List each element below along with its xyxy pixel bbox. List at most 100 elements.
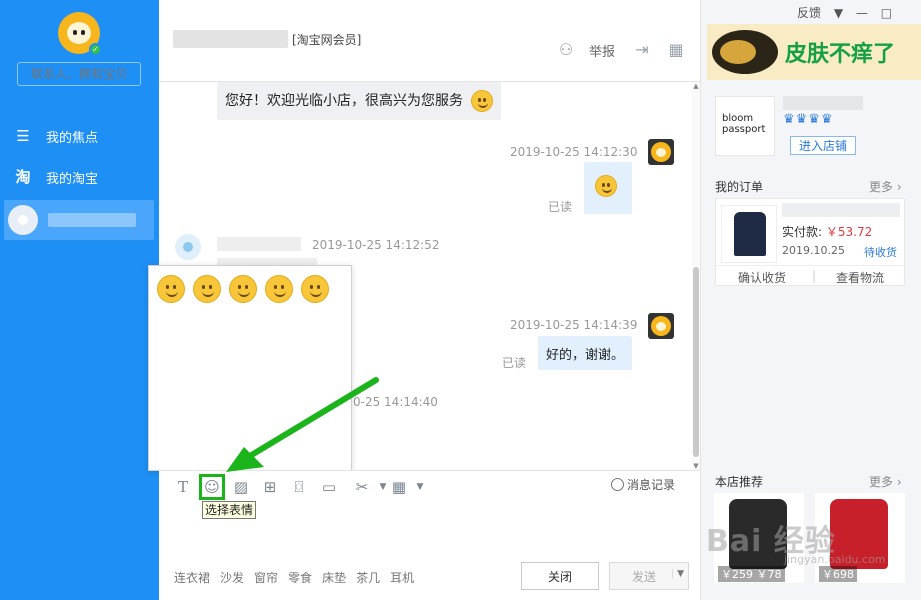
message-bubble-shop: 您好！欢迎光临小店，很高兴为您服务: [217, 82, 502, 120]
contact-avatar: [8, 205, 38, 235]
quick-word[interactable]: 沙发: [220, 571, 244, 585]
add-contact-icon[interactable]: ⚇: [557, 41, 575, 59]
scroll-thumb[interactable]: [693, 267, 699, 457]
smile-emoji-icon[interactable]: [157, 275, 185, 303]
quick-word[interactable]: 床垫: [322, 571, 346, 585]
message-bubble-emoji: [584, 162, 632, 214]
quick-word[interactable]: 零食: [288, 571, 312, 585]
logo-text: bloom: [722, 113, 754, 124]
calculator-icon[interactable]: ▦: [389, 477, 409, 497]
minimize-icon[interactable]: —: [856, 6, 868, 20]
order-actions: 确认收货 | 查看物流: [716, 265, 904, 286]
jacket-image: [734, 212, 766, 256]
contact-item-active[interactable]: [4, 200, 154, 240]
shop-avatar: [648, 313, 674, 339]
orders-title: 我的订单: [715, 180, 764, 194]
smile-emoji-icon: [471, 90, 494, 112]
order-date: 2019.10.25: [782, 244, 845, 257]
quick-word[interactable]: 茶几: [356, 571, 380, 585]
laugh-emoji-icon[interactable]: [301, 275, 329, 303]
annotation-arrow-icon: [226, 377, 379, 472]
clock-icon: [611, 478, 624, 491]
scroll-down-icon[interactable]: ▼: [692, 462, 700, 470]
divider: |: [812, 269, 817, 283]
shop-card: bloom passport ♛♛♛♛ 进入店铺: [715, 92, 905, 164]
thinking-emoji-icon: [595, 175, 617, 197]
message-timestamp: 2019-10-25 14:12:30: [510, 145, 638, 159]
feedback-button[interactable]: 反馈: [797, 6, 821, 20]
share-icon[interactable]: ⇥: [633, 41, 651, 59]
send-options-icon[interactable]: ▼: [672, 569, 684, 579]
online-status-icon: ✓: [89, 43, 102, 56]
quick-word[interactable]: 窗帘: [254, 571, 278, 585]
enter-shop-button[interactable]: 进入店铺: [790, 136, 856, 155]
send-button[interactable]: 发送 ▼: [609, 562, 689, 590]
message-timestamp: 2019-10-25 14:12:52: [312, 238, 440, 252]
message-history-button[interactable]: 消息记录: [611, 476, 675, 493]
message-text: 好的，谢谢。: [546, 348, 625, 363]
avatar-eye: [73, 30, 77, 35]
recommend-price: ￥259 ￥78: [718, 566, 785, 582]
emoji-tooltip: 选择表情: [202, 501, 257, 519]
view-logistics-button[interactable]: 查看物流: [836, 269, 884, 286]
logo-text: passport: [722, 124, 766, 135]
read-status: 已读: [502, 356, 527, 370]
pay-label: 实付款:: [782, 225, 826, 239]
taobao-icon: 淘: [15, 168, 31, 186]
sidebar-item-label: 我的淘宝: [46, 172, 99, 187]
contact-search-input[interactable]: [17, 62, 141, 86]
chevron-down-icon[interactable]: ▼: [410, 477, 430, 497]
orders-more-link[interactable]: 更多 ›: [869, 178, 902, 195]
shy-emoji-icon[interactable]: [193, 275, 221, 303]
message-text: 您好！欢迎光临小店，很高兴为您服务: [225, 93, 463, 109]
order-product-image[interactable]: [721, 205, 777, 263]
pay-value: ￥53.72: [825, 225, 873, 239]
quick-word[interactable]: 耳机: [390, 571, 414, 585]
focus-list-icon: ☰: [16, 127, 30, 145]
user-avatar[interactable]: ✓: [58, 12, 102, 56]
shop-rating-crowns: ♛♛♛♛: [783, 112, 834, 127]
tongue-emoji-icon[interactable]: [229, 275, 257, 303]
shop-avatar: [648, 139, 674, 165]
close-button[interactable]: 关闭: [521, 562, 599, 590]
menu-dropdown-icon[interactable]: ▼: [834, 6, 843, 20]
order-card[interactable]: 实付款: ￥53.72 2019.10.25 待收货 确认收货 | 查看物流: [715, 198, 905, 286]
scroll-up-icon[interactable]: ▲: [692, 82, 700, 90]
thinking-emoji-icon[interactable]: [265, 275, 293, 303]
order-payment: 实付款: ￥53.72: [782, 223, 872, 240]
confirm-receipt-button[interactable]: 确认收货: [738, 269, 786, 286]
quick-word[interactable]: 连衣裙: [174, 571, 210, 585]
font-icon[interactable]: T: [173, 477, 193, 497]
chat-header: [淘宝网会员] ⚇ 举报 ⇥ ▦: [159, 0, 700, 82]
ad-banner[interactable]: 皮肤不痒了: [707, 24, 921, 80]
emoji-row: [157, 275, 337, 303]
message-scrollbar[interactable]: ▲ ▼: [692, 82, 700, 470]
report-button[interactable]: 举报: [589, 41, 615, 60]
message-input-area[interactable]: T ☺ ▨ ⊞ ⌼ ▭ ✂ ▼ ▦ ▼ 选择表情 消息记录 连衣裙 沙发 窗帘 零食床…: [159, 470, 700, 600]
sidebar-item-label: 我的焦点: [46, 131, 99, 146]
history-label: 消息记录: [627, 478, 676, 492]
recommend-price: ￥698: [819, 566, 857, 582]
shop-name-blurred: [783, 96, 863, 110]
maximize-icon[interactable]: □: [881, 6, 892, 20]
sidebar: ✓ ☰ 我的焦点 淘 我的淘宝: [0, 0, 159, 600]
read-status: 已读: [548, 200, 573, 214]
grid-apps-icon[interactable]: ▦: [667, 41, 685, 59]
product-jar-image: [712, 30, 778, 74]
recommend-title: 本店推荐: [715, 475, 764, 489]
sidebar-item-focus[interactable]: ☰ 我的焦点: [0, 116, 159, 156]
shop-logo[interactable]: bloom passport: [715, 96, 775, 156]
order-title-blurred: [782, 203, 900, 217]
avatar-eye: [81, 30, 85, 35]
ad-text: 皮肤不痒了: [785, 42, 896, 67]
quick-words-bar: 连衣裙 沙发 窗帘 零食 床垫 茶几 耳机: [174, 569, 424, 586]
customer-name-blurred: [217, 237, 301, 251]
watermark-url: jingyan.baidu.com: [784, 553, 886, 566]
order-status: 待收货: [864, 246, 897, 259]
message-bubble-shop-reply: 好的，谢谢。: [538, 336, 633, 370]
customer-avatar: [175, 234, 201, 260]
contact-name-blurred: [48, 213, 136, 227]
sidebar-item-taobao[interactable]: 淘 我的淘宝: [0, 157, 159, 197]
recommend-more-link[interactable]: 更多 ›: [869, 473, 902, 490]
message-timestamp: 2019-10-25 14:14:39: [510, 318, 638, 332]
